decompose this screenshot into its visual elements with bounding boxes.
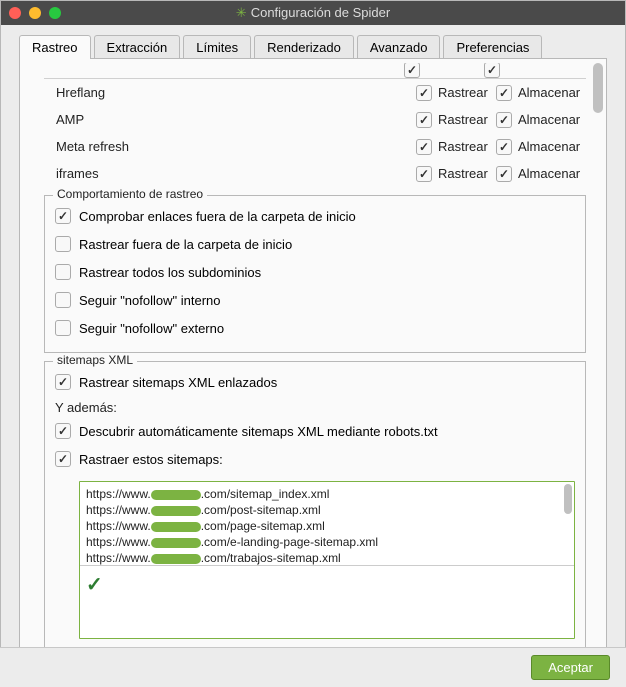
rastrear-checkbox[interactable] <box>416 85 432 101</box>
almacenar-label: Almacenar <box>518 85 588 100</box>
checkbox[interactable] <box>484 63 500 78</box>
checkbox-label: Rastraer estos sitemaps: <box>79 452 223 467</box>
almacenar-label: Almacenar <box>518 139 588 154</box>
cutoff-section: x <box>44 63 586 79</box>
tab-rastreo[interactable]: Rastreo <box>19 35 91 59</box>
almacenar-checkbox[interactable] <box>496 166 512 182</box>
crawl-these-sitemaps-checkbox[interactable] <box>55 451 71 467</box>
window-titlebar: ✳Configuración de Spider <box>1 1 625 25</box>
link-type-row: Hreflang Rastrear Almacenar <box>56 79 588 106</box>
sitemap-validation-area[interactable]: ✓ <box>80 566 574 638</box>
redacted-domain <box>151 554 201 564</box>
almacenar-checkbox[interactable] <box>496 85 512 101</box>
main-scrollbar[interactable] <box>592 63 604 647</box>
link-type-row: AMP Rastrear Almacenar <box>56 106 588 133</box>
dialog-footer: Aceptar <box>0 647 626 687</box>
sitemap-url[interactable]: https://www..com/trabajos-sitemap.xml <box>86 550 568 566</box>
scrollbar[interactable] <box>562 484 572 563</box>
crawl-behavior-fieldset: Comportamiento de rastreo Comprobar enla… <box>44 195 586 353</box>
checkbox-label: Rastrear todos los subdominios <box>79 265 261 280</box>
window-title: ✳Configuración de Spider <box>236 5 390 21</box>
checkbox-label: Comprobar enlaces fuera de la carpeta de… <box>79 209 356 224</box>
rastrear-checkbox[interactable] <box>416 112 432 128</box>
behavior-checkbox[interactable] <box>55 264 71 280</box>
tab-renderizado[interactable]: Renderizado <box>254 35 354 59</box>
scrollbar-thumb[interactable] <box>564 484 572 514</box>
rastrear-label: Rastrear <box>438 85 490 100</box>
rastrear-label: Rastrear <box>438 166 490 181</box>
tab-preferencias[interactable]: Preferencias <box>443 35 542 59</box>
rastrear-checkbox[interactable] <box>416 166 432 182</box>
redacted-domain <box>151 538 201 548</box>
almacenar-label: Almacenar <box>518 166 588 181</box>
sitemap-urls-box: https://www..com/sitemap_index.xmlhttps:… <box>79 481 575 639</box>
maximize-window-icon[interactable] <box>49 7 61 19</box>
rastrear-checkbox[interactable] <box>416 139 432 155</box>
almacenar-checkbox[interactable] <box>496 139 512 155</box>
rastrear-label: Rastrear <box>438 112 490 127</box>
check-icon: ✓ <box>86 574 103 596</box>
behavior-checkbox[interactable] <box>55 320 71 336</box>
link-type-label: iframes <box>56 166 416 181</box>
sitemaps-fieldset: sitemaps XML Rastrear sitemaps XML enlaz… <box>44 361 586 651</box>
tab-extracción[interactable]: Extracción <box>94 35 181 59</box>
sitemap-url[interactable]: https://www..com/page-sitemap.xml <box>86 518 568 534</box>
link-type-row: Meta refresh Rastrear Almacenar <box>56 133 588 160</box>
link-type-label: AMP <box>56 112 416 127</box>
behavior-option-row: Rastrear todos los subdominios <box>55 258 575 286</box>
checkbox[interactable] <box>404 63 420 78</box>
link-type-label: Hreflang <box>56 85 416 100</box>
almacenar-checkbox[interactable] <box>496 112 512 128</box>
tab-avanzado[interactable]: Avanzado <box>357 35 441 59</box>
behavior-option-row: Seguir "nofollow" interno <box>55 286 575 314</box>
behavior-checkbox[interactable] <box>55 236 71 252</box>
discover-robots-checkbox[interactable] <box>55 423 71 439</box>
minimize-window-icon[interactable] <box>29 7 41 19</box>
checkbox-label: Descubrir automáticamente sitemaps XML m… <box>79 424 438 439</box>
almacenar-label: Almacenar <box>518 112 588 127</box>
tab-límites[interactable]: Límites <box>183 35 251 59</box>
link-type-row: iframes Rastrear Almacenar <box>56 160 588 187</box>
fieldset-legend: Comportamiento de rastreo <box>53 187 207 201</box>
behavior-option-row: Comprobar enlaces fuera de la carpeta de… <box>55 202 575 230</box>
checkbox-label: Seguir "nofollow" externo <box>79 321 224 336</box>
redacted-domain <box>151 506 201 516</box>
sitemap-url-list[interactable]: https://www..com/sitemap_index.xmlhttps:… <box>80 482 574 566</box>
spider-icon: ✳ <box>236 5 247 20</box>
traffic-lights <box>9 7 61 19</box>
checkbox-label: Seguir "nofollow" interno <box>79 293 220 308</box>
sitemap-url[interactable]: https://www..com/e-landing-page-sitemap.… <box>86 534 568 550</box>
scrollbar-thumb[interactable] <box>593 63 603 113</box>
rastrear-label: Rastrear <box>438 139 490 154</box>
checkbox-label: Rastrear sitemaps XML enlazados <box>79 375 277 390</box>
fieldset-legend: sitemaps XML <box>53 353 137 367</box>
link-types-list: Hreflang Rastrear Almacenar AMP Rastrear Alma… <box>20 79 590 187</box>
behavior-checkbox[interactable] <box>55 208 71 224</box>
accept-button[interactable]: Aceptar <box>531 655 610 680</box>
behavior-option-row: Rastrear fuera de la carpeta de inicio <box>55 230 575 258</box>
redacted-domain <box>151 522 201 532</box>
close-window-icon[interactable] <box>9 7 21 19</box>
tab-bar: RastreoExtracciónLímitesRenderizadoAvanz… <box>1 25 625 59</box>
tab-content: x Hreflang Rastrear Almacenar AMP Rastrear Al… <box>19 58 607 652</box>
sitemap-url[interactable]: https://www..com/post-sitemap.xml <box>86 502 568 518</box>
checkbox-label: Rastrear fuera de la carpeta de inicio <box>79 237 292 252</box>
link-type-label: Meta refresh <box>56 139 416 154</box>
behavior-option-row: Seguir "nofollow" externo <box>55 314 575 342</box>
redacted-domain <box>151 490 201 500</box>
crawl-linked-sitemaps-checkbox[interactable] <box>55 374 71 390</box>
also-label: Y además: <box>55 400 575 415</box>
behavior-checkbox[interactable] <box>55 292 71 308</box>
sitemap-url[interactable]: https://www..com/sitemap_index.xml <box>86 486 568 502</box>
